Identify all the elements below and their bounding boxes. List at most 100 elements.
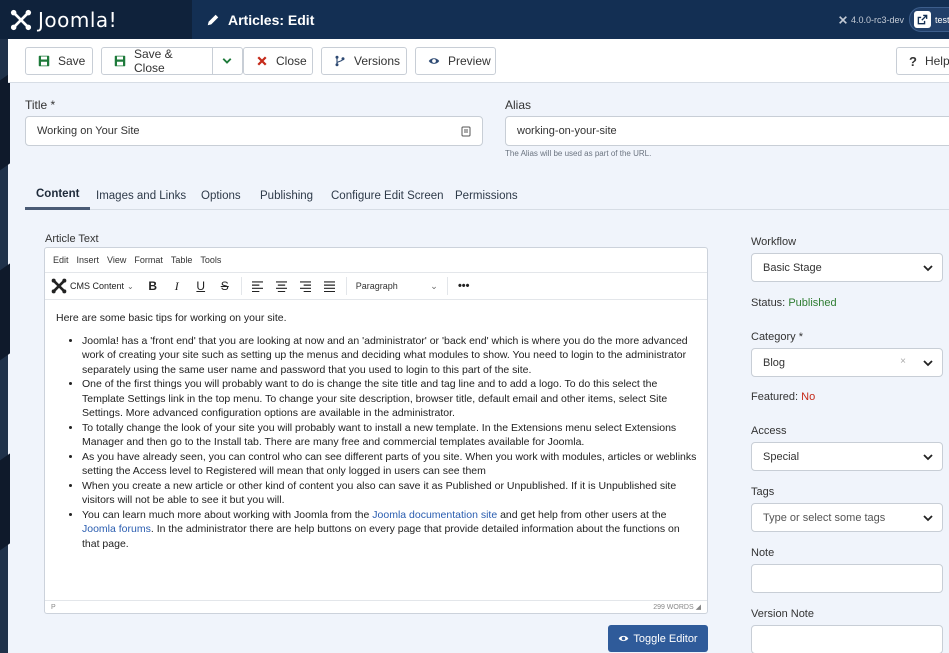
preview-button[interactable]: Preview bbox=[415, 47, 496, 75]
cms-content-dropdown[interactable]: CMS Content ⌄ bbox=[51, 278, 140, 294]
menu-insert[interactable]: Insert bbox=[77, 255, 100, 265]
workflow-value: Basic Stage bbox=[763, 261, 822, 274]
help-button[interactable]: ? Help bbox=[896, 47, 949, 75]
editor-toolbar: CMS Content ⌄ B I U S Paragraph ⌄ ••• bbox=[45, 273, 707, 300]
versions-label: Versions bbox=[354, 54, 401, 68]
close-icon bbox=[257, 56, 267, 66]
element-path[interactable]: P bbox=[51, 604, 56, 611]
tags-placeholder: Type or select some tags bbox=[763, 511, 886, 524]
title-label: Title * bbox=[25, 98, 56, 112]
save-icon bbox=[38, 55, 50, 67]
align-justify-button[interactable] bbox=[319, 275, 341, 297]
editor-content[interactable]: Here are some basic tips for working on … bbox=[56, 311, 698, 551]
list-item: To totally change the look of your site … bbox=[82, 421, 698, 450]
align-center-button[interactable] bbox=[271, 275, 293, 297]
alias-value: working-on-your-site bbox=[517, 125, 617, 137]
italic-button[interactable]: I bbox=[166, 275, 188, 297]
tags-label: Tags bbox=[751, 486, 775, 498]
editor-statusbar: P 299 WORDS ◢ bbox=[45, 600, 707, 613]
title-input[interactable]: Working on Your Site bbox=[25, 116, 483, 146]
tab-publishing[interactable]: Publishing bbox=[249, 181, 324, 210]
chevron-down-icon bbox=[223, 58, 232, 64]
access-value: Special bbox=[763, 450, 800, 463]
menu-table[interactable]: Table bbox=[171, 255, 193, 265]
save-close-button[interactable]: Save & Close bbox=[101, 47, 243, 75]
save-button[interactable]: Save bbox=[25, 47, 93, 75]
chevron-down-icon: ⌄ bbox=[430, 280, 438, 291]
help-label: Help bbox=[924, 54, 949, 68]
clear-icon[interactable]: × bbox=[900, 356, 906, 367]
user-label: test bbox=[935, 14, 949, 25]
article-text-label: Article Text bbox=[45, 233, 99, 245]
word-count: 299 WORDS ◢ bbox=[653, 604, 701, 611]
menu-tools[interactable]: Tools bbox=[200, 255, 221, 265]
eye-icon bbox=[428, 58, 440, 64]
chevron-down-icon bbox=[923, 265, 933, 272]
tab-images-links[interactable]: Images and Links bbox=[85, 181, 197, 210]
align-right-button[interactable] bbox=[295, 275, 317, 297]
alias-input[interactable]: working-on-your-site bbox=[505, 116, 949, 146]
alias-label: Alias bbox=[505, 98, 532, 112]
chevron-down-icon bbox=[923, 454, 933, 461]
alias-help: The Alias will be used as part of the UR… bbox=[505, 149, 652, 158]
featured-line: Featured: No bbox=[751, 391, 815, 403]
toggle-editor-button[interactable]: Toggle Editor bbox=[608, 625, 708, 652]
save-dropdown-toggle[interactable] bbox=[211, 48, 242, 74]
status-value: Published bbox=[788, 297, 837, 309]
tips-list: Joomla! has a 'front end' that you are l… bbox=[56, 334, 698, 552]
align-left-icon bbox=[252, 280, 264, 292]
admin-header: Joomla! Articles: Edit 4.0.0-rc3-dev tes… bbox=[0, 0, 949, 39]
edit-tabs: Content Images and Links Options Publish… bbox=[25, 181, 949, 210]
note-label: Note bbox=[751, 547, 775, 559]
note-input[interactable] bbox=[751, 564, 943, 593]
resize-handle-icon[interactable]: ◢ bbox=[696, 604, 701, 611]
tab-content[interactable]: Content bbox=[25, 181, 91, 210]
tab-permissions[interactable]: Permissions bbox=[444, 181, 529, 210]
menu-view[interactable]: View bbox=[107, 255, 126, 265]
list-item: As you have already seen, you can contro… bbox=[82, 450, 698, 479]
chevron-down-icon bbox=[923, 515, 933, 522]
bold-button[interactable]: B bbox=[142, 275, 164, 297]
list-item: You can learn much more about working wi… bbox=[82, 508, 698, 552]
underline-button[interactable]: U bbox=[190, 275, 212, 297]
list-item: Joomla! has a 'front end' that you are l… bbox=[82, 334, 698, 378]
user-menu-button[interactable]: test bbox=[909, 7, 949, 32]
menu-format[interactable]: Format bbox=[134, 255, 163, 265]
pencil-icon bbox=[207, 14, 219, 25]
access-select[interactable]: Special bbox=[751, 442, 943, 471]
versions-button[interactable]: Versions bbox=[321, 47, 407, 75]
version-text: 4.0.0-rc3-dev bbox=[851, 14, 905, 25]
version-note-label: Version Note bbox=[751, 608, 814, 620]
save-close-label: Save & Close bbox=[134, 47, 173, 75]
category-select[interactable]: Blog × bbox=[751, 348, 943, 377]
workflow-select[interactable]: Basic Stage bbox=[751, 253, 943, 282]
menu-edit[interactable]: Edit bbox=[53, 255, 69, 265]
tab-configure-edit-screen[interactable]: Configure Edit Screen bbox=[320, 181, 455, 210]
joomla-logo-icon bbox=[10, 9, 32, 30]
left-edge-decor bbox=[0, 39, 10, 653]
forums-link[interactable]: Joomla forums bbox=[82, 523, 151, 535]
action-toolbar: Save Save & Close Close Versions Preview… bbox=[8, 39, 949, 83]
more-tools-button[interactable]: ••• bbox=[453, 275, 475, 297]
list-item-text: . In the administrator there are help bu… bbox=[82, 523, 680, 550]
list-item: When you create a new article or other k… bbox=[82, 479, 698, 508]
close-button[interactable]: Close bbox=[243, 47, 313, 75]
align-left-button[interactable] bbox=[247, 275, 269, 297]
text-counter-icon bbox=[461, 126, 471, 137]
status-label: Status: bbox=[751, 297, 786, 309]
branch-icon bbox=[335, 55, 345, 67]
docs-link[interactable]: Joomla documentation site bbox=[372, 509, 497, 521]
tags-input[interactable]: Type or select some tags bbox=[751, 503, 943, 532]
align-right-icon bbox=[300, 280, 312, 292]
tinymce-editor: Edit Insert View Format Table Tools CMS … bbox=[44, 247, 708, 614]
joomla-brand[interactable]: Joomla! bbox=[0, 0, 192, 39]
block-format-select[interactable]: Paragraph ⌄ bbox=[352, 281, 442, 292]
strikethrough-button[interactable]: S bbox=[214, 275, 236, 297]
version-note-input[interactable] bbox=[751, 625, 943, 653]
page-title-text: Articles: Edit bbox=[228, 11, 315, 28]
featured-value: No bbox=[801, 391, 816, 403]
version-info: 4.0.0-rc3-dev bbox=[838, 0, 904, 39]
brand-name: Joomla! bbox=[38, 7, 118, 32]
page-title: Articles: Edit bbox=[206, 0, 314, 39]
tab-options[interactable]: Options bbox=[190, 181, 252, 210]
